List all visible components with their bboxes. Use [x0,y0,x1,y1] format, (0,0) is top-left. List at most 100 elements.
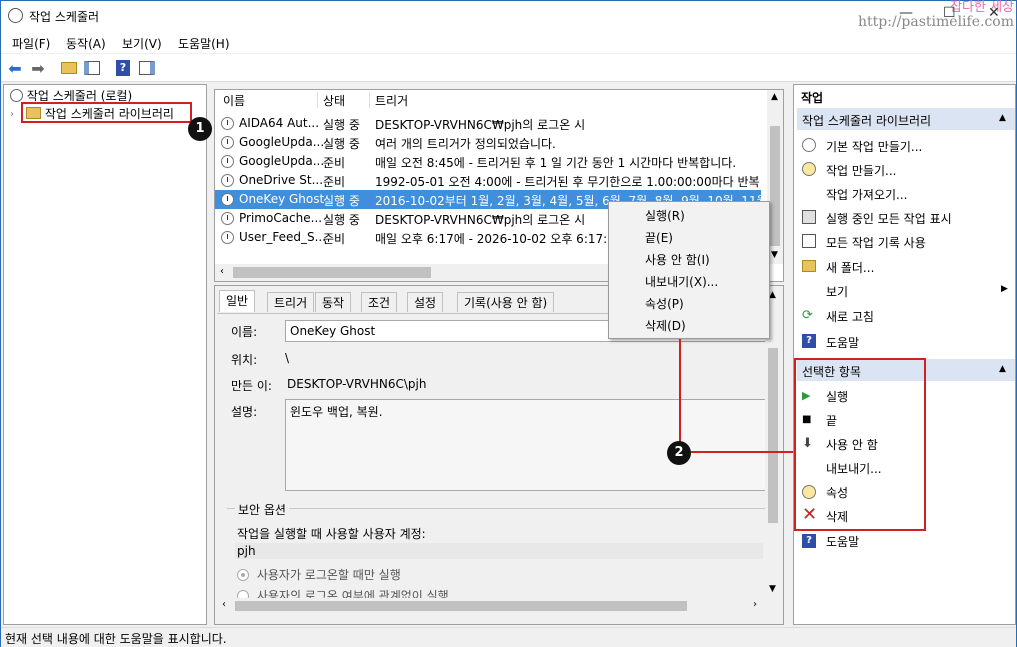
minimize-button[interactable]: — [899,5,913,21]
action-create-task[interactable]: 작업 만들기... [826,162,896,179]
tab-history[interactable]: 기록(사용 안 함) [457,292,555,312]
maximize-button[interactable]: ☐ [943,5,956,21]
task-status: 준비 [323,175,346,189]
annotation-badge-2: 2 [667,441,691,465]
basic-task-icon [802,138,816,152]
task-trigger: 매일 오후 6:17에 - 2026-10-02 오후 6:17:2 [375,232,615,246]
menu-view[interactable]: 보기(V) [122,35,162,52]
help-icon: ? [802,534,816,548]
table-row[interactable]: GoogleUpda... 실행 중 여러 개의 트리거가 정의되었습니다. [215,133,761,152]
clock-icon [221,212,234,225]
author-value: DESKTOP-VRVHN6C\pjh [287,377,427,391]
back-arrow-icon[interactable]: ⬅ [5,58,25,78]
col-header-trigger[interactable]: 트리거 [375,92,408,109]
collapse-icon: ▲ [999,364,1006,374]
action-refresh[interactable]: 새로 고침 [826,308,874,325]
scroll-thumb[interactable] [233,267,431,278]
folder-up-icon[interactable] [59,58,79,78]
tree-pane: 작업 스케줄러 (로컬) › 작업 스케줄러 라이브러리 1 [3,84,212,625]
tab-general[interactable]: 일반 [219,290,256,312]
annotation-line [679,339,681,451]
context-delete[interactable]: 삭제(D) [645,317,686,334]
col-header-status[interactable]: 상태 [323,92,345,109]
tree-library-item[interactable]: 작업 스케줄러 라이브러리 [21,102,192,123]
task-name: GoogleUpda... [239,154,325,168]
scroll-up-icon[interactable]: ▲ [771,92,778,102]
tab-actions[interactable]: 동작 [315,292,352,312]
clock-icon [10,89,23,102]
task-trigger: 매일 오전 8:45에 - 트리거된 후 1 일 기간 동안 1 시간마다 반복… [375,156,737,170]
task-status: 실행 중 [323,137,360,151]
action-show-running[interactable]: 실행 중인 모든 작업 표시 [826,210,952,227]
status-bar: 현재 선택 내용에 대한 도움말을 표시합니다. [1,627,1016,647]
context-properties[interactable]: 속성(P) [645,295,684,312]
task-trigger: DESKTOP-VRVHN6C₩pjh의 로그온 시 [375,213,586,227]
col-header-name[interactable]: 이름 [223,92,245,109]
submenu-arrow-icon: ▶ [1001,284,1008,294]
scroll-right-icon[interactable]: › [753,599,757,610]
context-end[interactable]: 끝(E) [645,229,673,246]
scroll-up-icon[interactable]: ▲ [769,290,776,300]
title-bar: 작업 스케줄러 잡다한 세상 http://pastimelife.com — … [1,1,1016,31]
task-trigger: 여러 개의 트리거가 정의되었습니다. [375,137,556,151]
security-title: 보안 옵션 [235,501,289,518]
task-name: GoogleUpda... [239,135,325,149]
context-disable[interactable]: 사용 안 함(I) [645,251,710,268]
action-help-selected[interactable]: 도움말 [826,533,859,550]
highlight-box-selected [794,358,926,531]
tab-conditions[interactable]: 조건 [361,292,398,312]
chevron-right-icon[interactable]: › [10,109,14,120]
radio-logon-only[interactable]: 사용자가 로그온할 때만 실행 [237,566,401,583]
menu-bar: 파일(F) 동작(A) 보기(V) 도움말(H) [1,31,1016,53]
action-new-folder[interactable]: 새 폴더... [826,259,874,276]
menu-help[interactable]: 도움말(H) [178,35,230,52]
scroll-thumb[interactable] [768,348,778,523]
action-view[interactable]: 보기 [826,283,848,300]
author-label: 만든 이: [231,379,272,393]
name-value: OneKey Ghost [290,324,376,338]
table-row[interactable]: OneDrive St... 준비 1992-05-01 오전 4:00에 - 트리… [215,171,761,190]
radio-regardless[interactable]: 사용자의 로그온 여부에 관계없이 실행 [237,587,449,598]
actions-section-library[interactable]: 작업 스케줄러 라이브러리 ▲ [797,108,1015,130]
clock-icon [221,155,234,168]
scroll-thumb[interactable] [235,601,687,611]
account-value: pjh [237,544,256,558]
menu-file[interactable]: 파일(F) [12,35,50,52]
description-label: 설명: [231,405,258,419]
scroll-left-icon[interactable]: ‹ [222,599,226,610]
task-name: OneDrive St... [239,173,324,187]
scroll-down-icon[interactable]: ▼ [771,250,778,260]
task-status: 실행 중 [323,213,360,227]
details-hscroll[interactable]: ‹ › [217,598,765,614]
action-help[interactable]: 도움말 [826,334,859,351]
scroll-left-icon[interactable]: ‹ [220,266,224,277]
forward-arrow-icon[interactable]: ➡ [28,58,48,78]
radio-selected-icon [237,569,249,581]
tree-root-label: 작업 스케줄러 (로컬) [26,89,133,103]
action-enable-history[interactable]: 모든 작업 기록 사용 [826,234,926,251]
task-status: 실행 중 [323,194,360,208]
context-export[interactable]: 내보내기(X)... [645,273,718,290]
tab-triggers[interactable]: 트리거 [267,292,315,312]
description-field[interactable]: 윈도우 백업, 복원. [285,399,765,491]
status-text: 현재 선택 내용에 대한 도움말을 표시합니다. [5,632,227,646]
scroll-down-icon[interactable]: ▼ [769,584,776,594]
folder-clock-icon [26,107,41,119]
context-run[interactable]: 실행(R) [645,207,685,224]
table-row[interactable]: GoogleUpda... 준비 매일 오전 8:45에 - 트리거된 후 1 일 … [215,152,761,171]
show-hide-tree-icon[interactable] [82,58,102,78]
tab-settings[interactable]: 설정 [407,292,444,312]
task-trigger: DESKTOP-VRVHN6C₩pjh의 로그온 시 [375,118,586,132]
action-create-basic-task[interactable]: 기본 작업 만들기... [826,138,922,155]
refresh-icon: ⟳ [802,308,813,323]
running-tasks-icon [802,210,816,224]
close-button[interactable]: ✕ [988,5,1000,21]
action-import-task[interactable]: 작업 가져오기... [826,186,908,203]
table-row[interactable]: AIDA64 Aut... 실행 중 DESKTOP-VRVHN6C₩pjh의 로그… [215,114,761,133]
show-hide-action-pane-icon[interactable] [137,58,157,78]
account-field: pjh [235,543,763,559]
scroll-thumb[interactable] [770,126,780,246]
menu-action[interactable]: 동작(A) [66,35,106,52]
help-icon: ? [802,334,816,348]
help-icon[interactable]: ? [113,58,133,78]
